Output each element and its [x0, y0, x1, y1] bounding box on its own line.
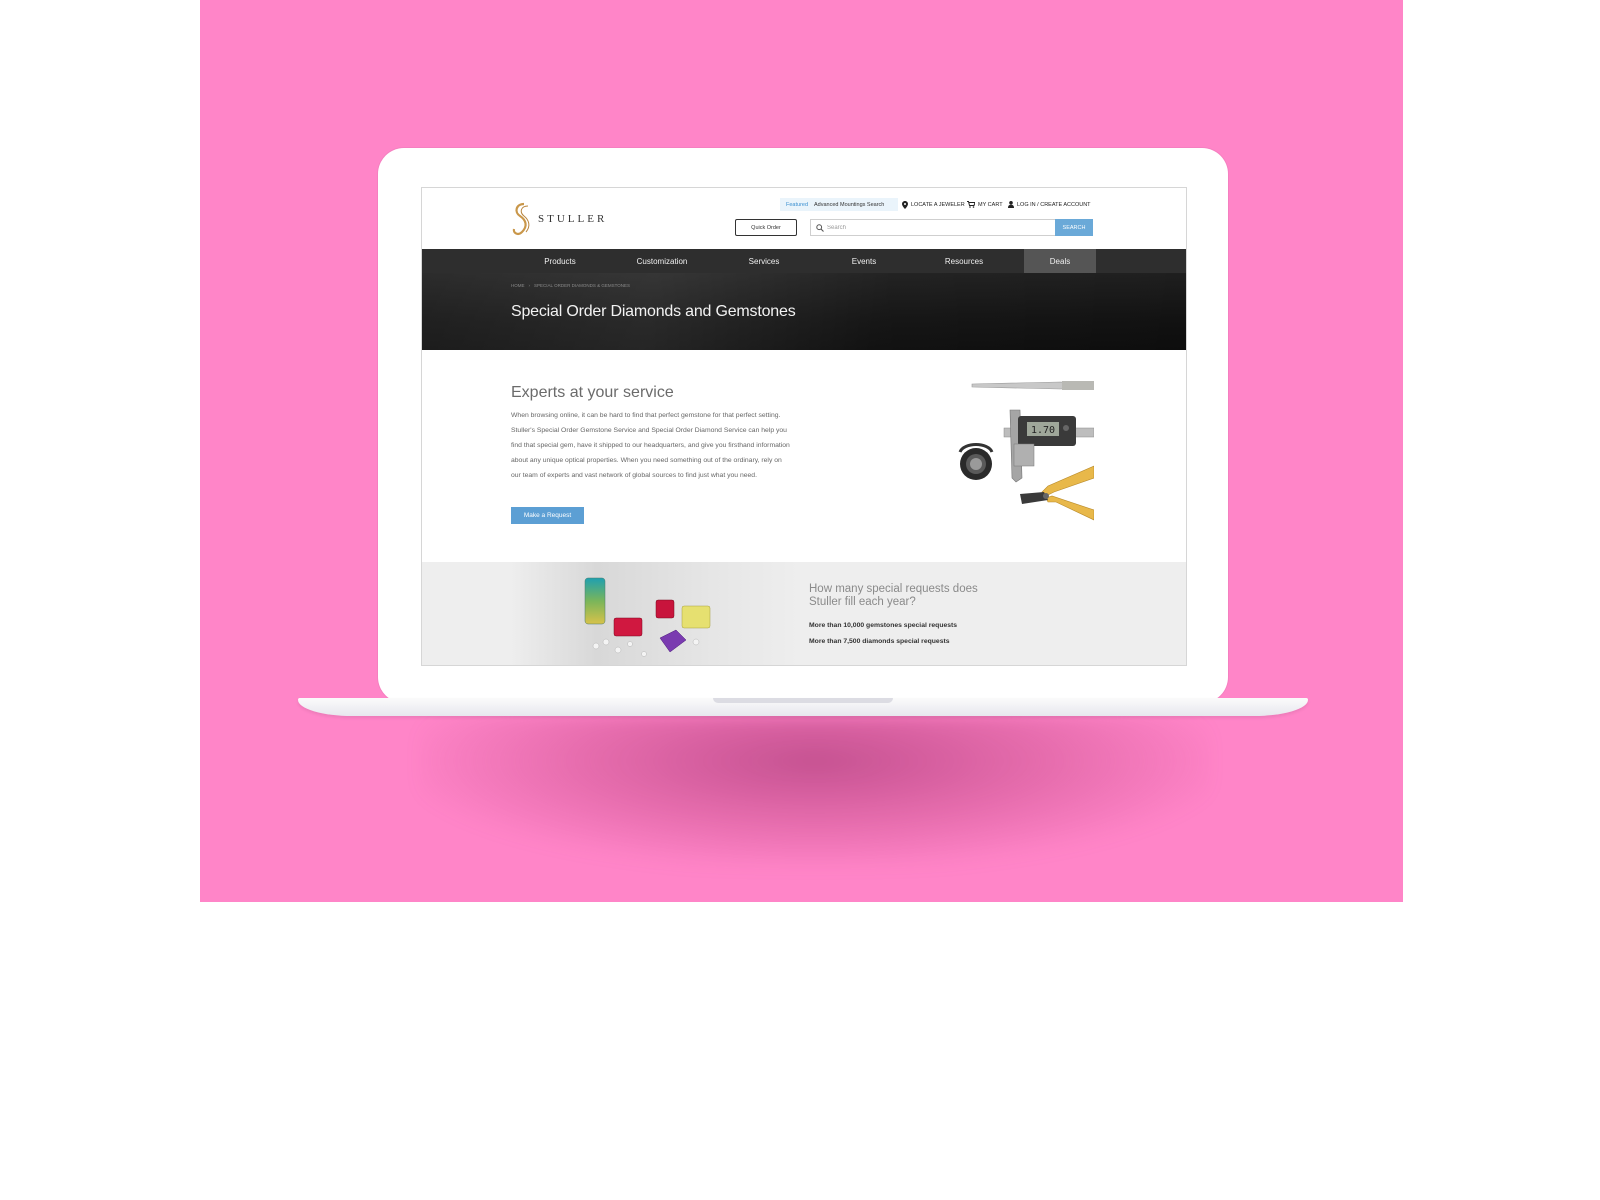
nav-item-events[interactable]: Events: [814, 249, 914, 273]
nav-item-deals[interactable]: Deals: [1024, 249, 1096, 273]
my-cart-label: MY CART: [978, 201, 1003, 208]
section-body: When browsing online, it can be hard to …: [511, 412, 790, 479]
main-nav: Products Customization Services Events R…: [422, 249, 1186, 273]
search-button[interactable]: SEARCH: [1055, 219, 1093, 236]
nav-item-services[interactable]: Services: [714, 249, 814, 273]
featured-link[interactable]: Advanced Mountings Search: [814, 202, 884, 208]
gemstones-image: [510, 562, 800, 665]
make-request-button[interactable]: Make a Request: [511, 507, 584, 524]
cart-icon: [967, 201, 975, 208]
stat-gemstones: More than 10,000 gemstones special reque…: [809, 622, 958, 629]
location-pin-icon: [902, 200, 908, 209]
search-box[interactable]: [810, 219, 1057, 236]
laptop-shadow: [420, 716, 1210, 866]
featured-banner[interactable]: Featured Advanced Mountings Search: [780, 198, 898, 211]
logo-wordmark[interactable]: STULLER: [538, 213, 607, 225]
my-cart-link[interactable]: MY CART: [967, 198, 1003, 211]
stat-diamonds: More than 7,500 diamonds special request…: [809, 638, 950, 645]
stats-band: How many special requests does Stuller f…: [422, 562, 1186, 665]
nav-item-customization[interactable]: Customization: [610, 249, 714, 273]
breadcrumb-home[interactable]: HOME: [511, 283, 525, 288]
quick-order-button[interactable]: Quick Order: [735, 219, 797, 236]
jeweler-tools-image: 1.70: [958, 381, 1094, 521]
breadcrumb-chevron-icon: ›: [528, 283, 531, 288]
breadcrumb: HOME › SPECIAL ORDER DIAMONDS & GEMSTONE…: [511, 283, 630, 288]
locate-jeweler-label: LOCATE A JEWELER: [911, 201, 965, 208]
locate-jeweler-link[interactable]: LOCATE A JEWELER: [902, 198, 965, 211]
site-header: STULLER Featured Advanced Mountings Sear…: [422, 188, 1186, 249]
nav-item-resources[interactable]: Resources: [914, 249, 1014, 273]
caliper-reading: 1.70: [1031, 425, 1055, 436]
laptop-notch: [713, 698, 893, 703]
login-label: LOG IN / CREATE ACCOUNT: [1017, 201, 1091, 208]
hero-banner: HOME › SPECIAL ORDER DIAMONDS & GEMSTONE…: [422, 273, 1186, 350]
page-title: Special Order Diamonds and Gemstones: [511, 303, 796, 320]
section-heading: Experts at your service: [511, 384, 674, 401]
user-icon: [1008, 201, 1014, 208]
stats-question: How many special requests does Stuller f…: [809, 583, 978, 608]
login-link[interactable]: LOG IN / CREATE ACCOUNT: [1008, 198, 1091, 211]
stage: STULLER Featured Advanced Mountings Sear…: [0, 0, 1600, 1200]
search-icon: [816, 224, 824, 232]
breadcrumb-current: SPECIAL ORDER DIAMONDS & GEMSTONES: [534, 283, 631, 288]
nav-item-products[interactable]: Products: [510, 249, 610, 273]
featured-tag: Featured: [786, 201, 809, 208]
laptop-screen: STULLER Featured Advanced Mountings Sear…: [421, 187, 1187, 666]
search-input[interactable]: [827, 222, 1027, 234]
